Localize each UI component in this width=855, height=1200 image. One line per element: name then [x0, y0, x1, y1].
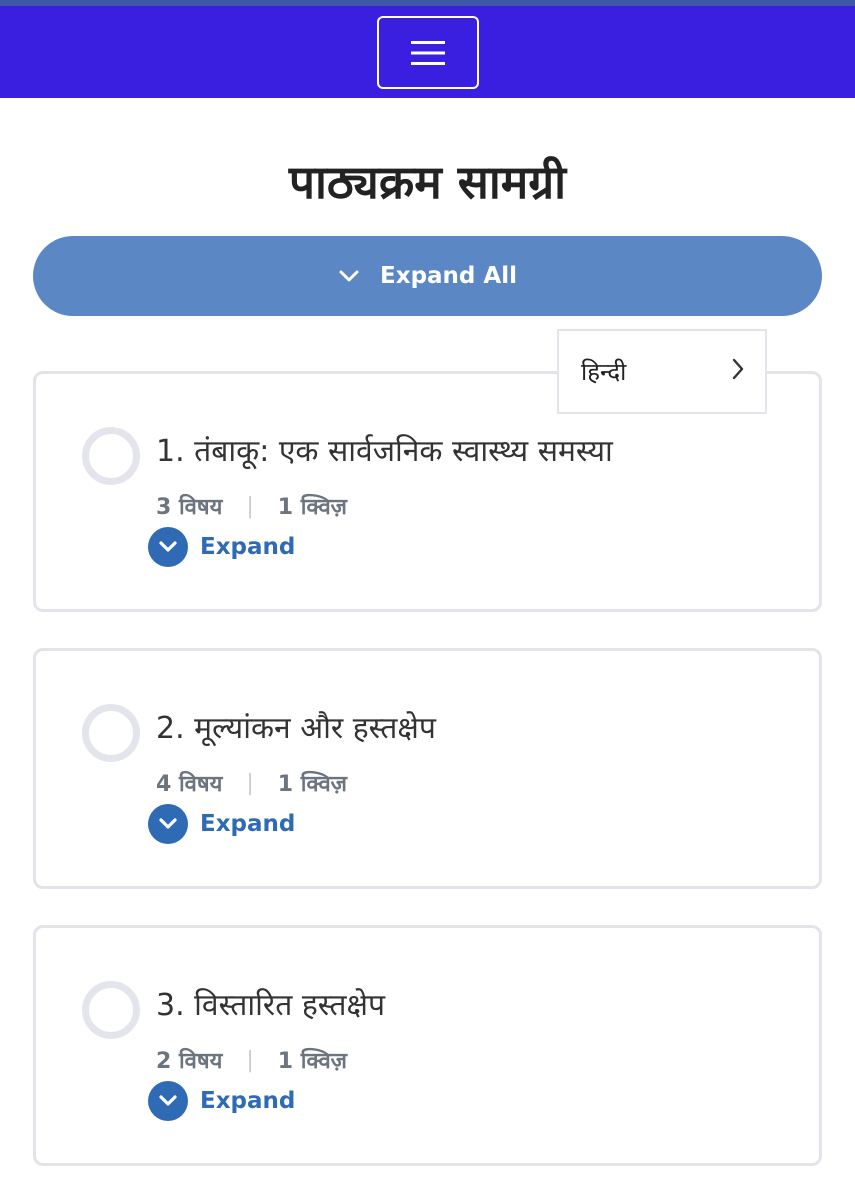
meta-separator: |	[246, 493, 254, 519]
menu-toggle-button[interactable]	[377, 16, 479, 89]
progress-ring-icon	[82, 704, 140, 762]
module-card: 2. मूल्यांकन और हस्तक्षेप 4 विषय | 1 क्व…	[33, 648, 822, 889]
quiz-count: 1 क्विज़	[277, 495, 348, 520]
module-expand-button[interactable]: Expand	[148, 1081, 295, 1121]
module-card: 3. विस्तारित हस्तक्षेप 2 विषय | 1 क्विज़…	[33, 925, 822, 1166]
module-meta: 4 विषय | 1 क्विज़	[156, 768, 347, 798]
meta-separator: |	[246, 770, 254, 796]
navbar	[0, 6, 855, 98]
expand-all-button[interactable]: Expand All	[33, 236, 822, 316]
chevron-down-circle-icon	[148, 804, 188, 844]
module-title[interactable]: 3. विस्तारित हस्तक्षेप	[156, 983, 385, 1024]
expand-all-label: Expand All	[380, 263, 517, 289]
topic-count: 2 विषय	[156, 1049, 223, 1074]
quiz-count: 1 क्विज़	[277, 772, 348, 797]
module-expand-button[interactable]: Expand	[148, 804, 295, 844]
quiz-count: 1 क्विज़	[277, 1049, 348, 1074]
chevron-down-icon	[338, 269, 360, 283]
chevron-down-circle-icon	[148, 527, 188, 567]
expand-label: Expand	[200, 534, 296, 560]
module-title[interactable]: 2. मूल्यांकन और हस्तक्षेप	[156, 706, 436, 747]
topic-count: 4 विषय	[156, 772, 223, 797]
module-expand-button[interactable]: Expand	[148, 527, 295, 567]
progress-ring-icon	[82, 427, 140, 485]
chevron-down-circle-icon	[148, 1081, 188, 1121]
meta-separator: |	[246, 1047, 254, 1073]
module-meta: 3 विषय | 1 क्विज़	[156, 491, 347, 521]
progress-ring-icon	[82, 981, 140, 1039]
page-title: पाठ्यक्रम सामग्री	[288, 155, 567, 209]
language-selected-label: हिन्दी	[581, 358, 627, 386]
module-title[interactable]: 1. तंबाकू: एक सार्वजनिक स्वास्थ्य समस्या	[156, 429, 613, 470]
module-meta: 2 विषय | 1 क्विज़	[156, 1045, 347, 1075]
expand-label: Expand	[200, 811, 296, 837]
expand-label: Expand	[200, 1088, 296, 1114]
language-selector[interactable]: हिन्दी	[557, 329, 767, 414]
chevron-right-icon	[731, 357, 745, 387]
hamburger-menu-icon	[411, 40, 445, 66]
topic-count: 3 विषय	[156, 495, 223, 520]
